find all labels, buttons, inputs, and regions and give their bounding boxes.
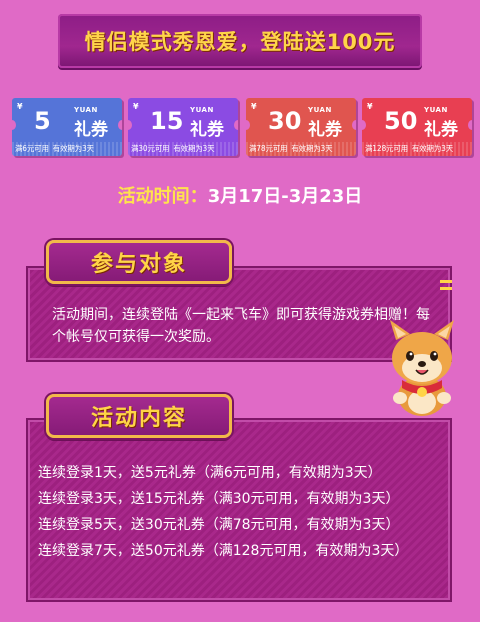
- activity-time: 活动时间：3月17日-3月23日: [0, 182, 480, 208]
- coupon-validity: 有效期为3天: [411, 144, 453, 153]
- coupon-currency: YUAN: [74, 106, 98, 114]
- coupon-currency: YUAN: [424, 106, 448, 114]
- coupon-amount: 30: [268, 107, 302, 135]
- coupon-condition: 满128元可用: [365, 144, 408, 153]
- content-title: 活动内容: [90, 406, 187, 431]
- coupon-label: 礼券: [424, 120, 458, 140]
- coupon-30-yuan[interactable]: ¥ 30 YUAN 礼券 满78元可用 有效期为3天: [246, 98, 356, 156]
- rule-item-1: 连续登录1天，送5元礼券（满6元可用，有效期为3天）: [38, 465, 382, 481]
- sparkle-icon: [440, 280, 452, 290]
- yen-symbol: ¥: [17, 102, 23, 111]
- coupon-50-yuan[interactable]: ¥ 50 YUAN 礼券 满128元可用 有效期为3天: [362, 98, 472, 156]
- participants-description: 活动期间，连续登陆《一起来飞车》即可获得游戏券相赠！每个帐号仅可获得一次奖励。: [52, 307, 430, 345]
- rules-list: 连续登录1天，送5元礼券（满6元可用，有效期为3天） 连续登录3天，送15元礼券…: [38, 462, 448, 566]
- yen-symbol: ¥: [251, 102, 257, 111]
- coupon-terms: 满128元可用 有效期为3天: [362, 142, 472, 156]
- coupon-amount: 5: [34, 107, 51, 135]
- coupon-validity: 有效期为3天: [52, 144, 94, 153]
- coupon-validity: 有效期为3天: [291, 144, 333, 153]
- coupon-amount: 50: [384, 107, 418, 135]
- coupon-validity: 有效期为3天: [173, 144, 215, 153]
- coupon-terms: 满6元可用 有效期为3天: [12, 142, 122, 156]
- coupon-currency: YUAN: [308, 106, 332, 114]
- coupon-label: 礼券: [190, 120, 224, 140]
- coupon-15-yuan[interactable]: ¥ 15 YUAN 礼券 满30元可用 有效期为3天: [128, 98, 238, 156]
- coupon-label: 礼券: [308, 120, 342, 140]
- rule-item-3: 连续登录3天，送15元礼券（满30元可用，有效期为3天）: [38, 491, 400, 507]
- coupon-5-yuan[interactable]: ¥ 5 YUAN 礼券 满6元可用 有效期为3天: [12, 98, 122, 156]
- coupon-currency: YUAN: [190, 106, 214, 114]
- coupon-label: 礼券: [74, 120, 108, 140]
- activity-time-label: 活动时间：: [117, 186, 208, 207]
- participants-title: 参与对象: [90, 252, 187, 277]
- coupon-terms: 满30元可用 有效期为3天: [128, 142, 238, 156]
- rule-item-5: 连续登录5天，送30元礼券（满78元可用，有效期为3天）: [38, 517, 400, 533]
- rule-item-7: 连续登录7天，送50元礼券（满128元可用，有效期为3天）: [38, 543, 409, 559]
- coupon-condition: 满78元可用: [249, 144, 288, 153]
- yen-symbol: ¥: [367, 102, 373, 111]
- coupon-amount: 15: [150, 107, 184, 135]
- coupon-terms: 满78元可用 有效期为3天: [246, 142, 356, 156]
- content-header: 活动内容: [46, 394, 232, 438]
- participants-header: 参与对象: [46, 240, 232, 284]
- header-banner: 情侣模式秀恩爱，登陆送100元: [58, 14, 422, 68]
- coupon-condition: 满6元可用: [15, 144, 49, 153]
- yen-symbol: ¥: [133, 102, 139, 111]
- banner-title: 情侣模式秀恩爱，登陆送100元: [84, 30, 396, 54]
- activity-time-value: 3月17日-3月23日: [207, 186, 363, 207]
- shiba-dog-mascot-icon: [390, 320, 454, 416]
- coupon-condition: 满30元可用: [131, 144, 170, 153]
